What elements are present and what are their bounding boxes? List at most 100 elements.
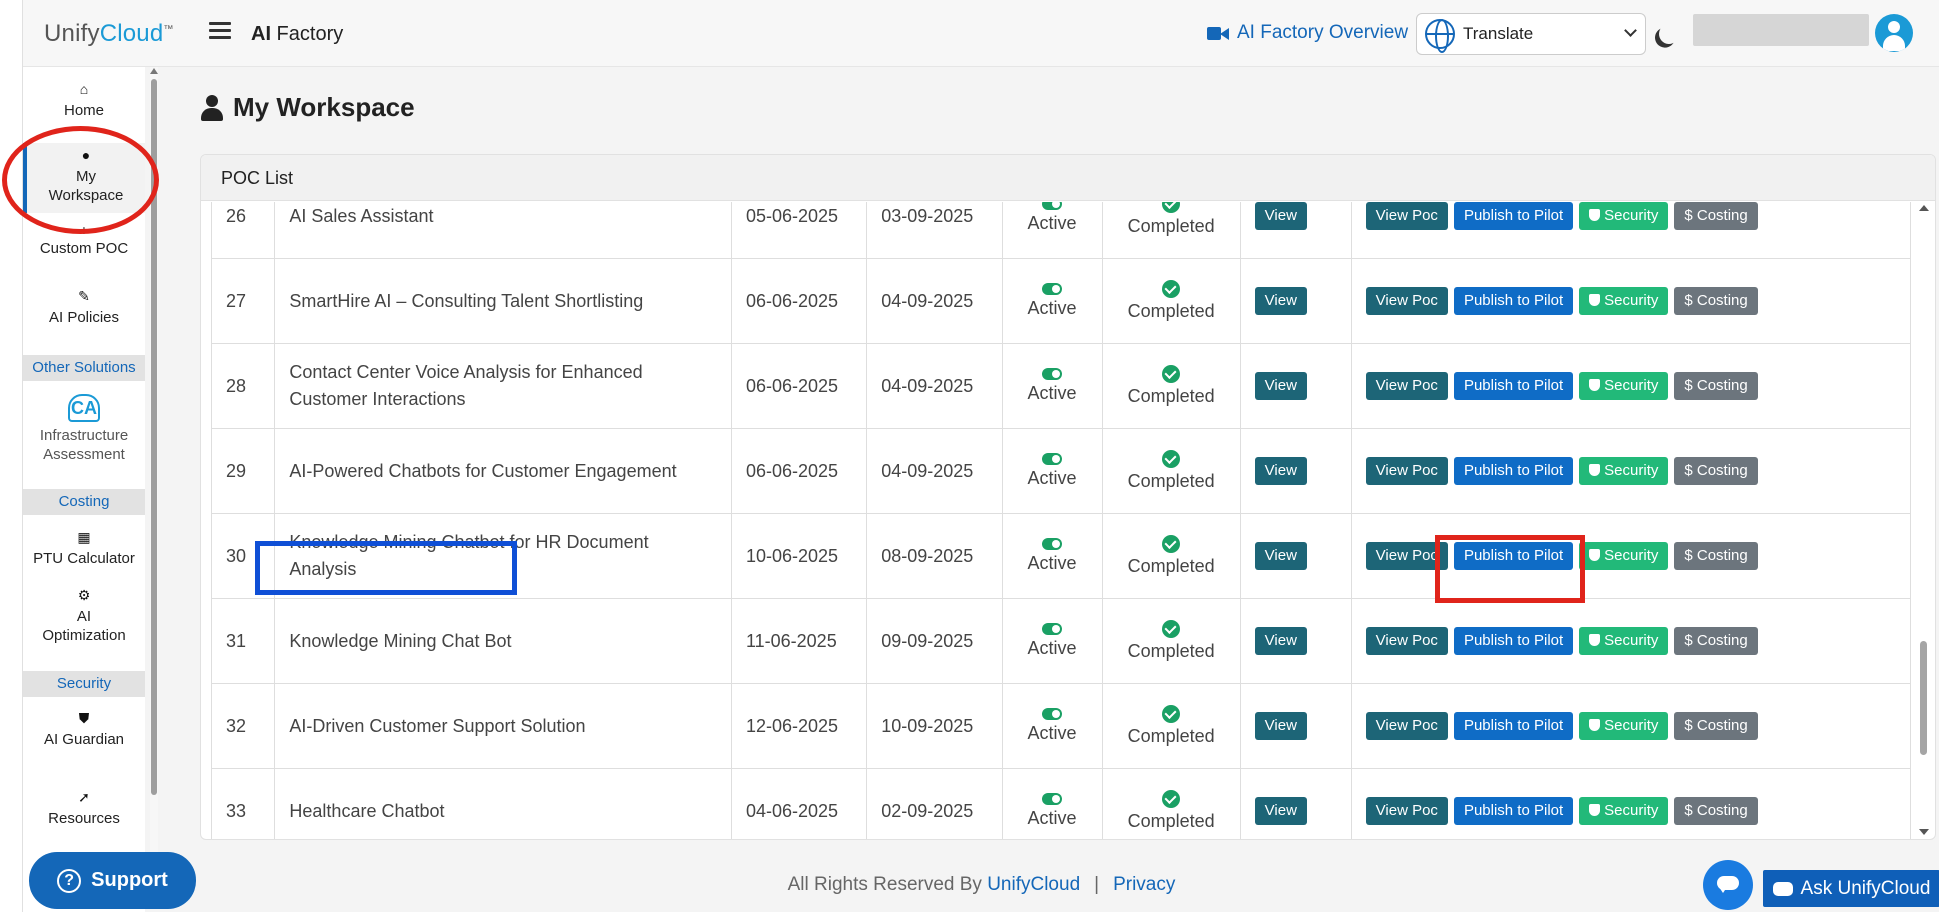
publish-to-pilot-button[interactable]: Publish to Pilot [1453, 372, 1574, 400]
costing-button[interactable]: $ Costing [1674, 372, 1758, 400]
sidebar-item-home[interactable]: ⌂ Home [23, 81, 145, 120]
scroll-down-icon[interactable] [1919, 829, 1929, 835]
sidebar-item-ptu-calculator[interactable]: ▦ PTU Calculator [23, 529, 145, 568]
poc-name: Knowledge Mining Chat Bot [274, 598, 732, 684]
publish-to-pilot-button[interactable]: Publish to Pilot [1453, 457, 1574, 485]
menu-toggle-icon[interactable] [209, 22, 231, 42]
poc-name: AI-Driven Customer Support Solution [274, 683, 732, 769]
poc-list-card: POC List 26 AI Sales Assistant 05-06-2025 0… [200, 154, 1936, 840]
poc-table: 26 AI Sales Assistant 05-06-2025 03-09-2025… [211, 202, 1911, 839]
state-cell: Completed [1101, 513, 1241, 599]
annotation-box-row-31-publish [1435, 535, 1585, 603]
scroll-up-icon[interactable] [1919, 205, 1929, 211]
state-cell: Completed [1101, 343, 1241, 429]
table-row: 32 AI-Driven Customer Support Solution 12-… [211, 683, 1911, 769]
publish-to-pilot-button[interactable]: Publish to Pilot [1453, 287, 1574, 315]
costing-button[interactable]: $ Costing [1674, 712, 1758, 740]
end-date: 03-09-2025 [866, 202, 1003, 259]
sidebar-item-label: AI Guardian [43, 731, 125, 748]
costing-label: Costing [1696, 462, 1748, 479]
view-button[interactable]: View [1254, 627, 1307, 655]
security-button[interactable]: Security [1579, 627, 1669, 655]
table-scroll-thumb[interactable] [1920, 641, 1927, 755]
costing-button[interactable]: $ Costing [1674, 202, 1758, 230]
publish-to-pilot-button[interactable]: Publish to Pilot [1453, 712, 1574, 740]
view-poc-button[interactable]: View Poc [1365, 287, 1448, 315]
table-row: 29 AI-Powered Chatbots for Customer Engag… [211, 428, 1911, 514]
costing-button[interactable]: $ Costing [1674, 457, 1758, 485]
toggle-icon[interactable] [1042, 368, 1063, 380]
costing-label: Costing [1696, 292, 1748, 309]
view-button[interactable]: View [1254, 287, 1307, 315]
view-button[interactable]: View [1254, 457, 1307, 485]
view-poc-button[interactable]: View Poc [1365, 797, 1448, 825]
scroll-up-icon[interactable] [150, 68, 158, 74]
view-button[interactable]: View [1254, 202, 1307, 230]
toggle-icon[interactable] [1042, 202, 1063, 210]
security-button[interactable]: Security [1579, 457, 1669, 485]
state-cell: Completed [1101, 768, 1241, 839]
support-button[interactable]: ? Support [29, 852, 196, 909]
publish-to-pilot-button[interactable]: Publish to Pilot [1453, 627, 1574, 655]
security-button[interactable]: Security [1579, 542, 1669, 570]
security-button[interactable]: Security [1579, 712, 1669, 740]
shield-icon [1589, 294, 1601, 306]
security-button[interactable]: Security [1579, 287, 1669, 315]
toggle-icon[interactable] [1042, 538, 1063, 550]
toggle-icon[interactable] [1042, 623, 1063, 635]
view-button[interactable]: View [1254, 542, 1307, 570]
avatar-icon[interactable] [1875, 14, 1913, 52]
view-cell: View [1239, 428, 1352, 514]
status-cell: Active [1001, 202, 1103, 259]
toggle-icon[interactable] [1042, 793, 1063, 805]
costing-button[interactable]: $ Costing [1674, 287, 1758, 315]
security-button[interactable]: Security [1579, 797, 1669, 825]
sidebar-item-ai-optimization[interactable]: ⚙ AI Optimization [23, 587, 145, 645]
view-poc-button[interactable]: View Poc [1365, 372, 1448, 400]
toggle-icon[interactable] [1042, 453, 1063, 465]
start-date: 06-06-2025 [730, 343, 868, 429]
state-text: Completed [1127, 556, 1215, 576]
table-scrollbar[interactable] [1916, 201, 1930, 841]
costing-button[interactable]: $ Costing [1674, 542, 1758, 570]
costing-button[interactable]: $ Costing [1674, 797, 1758, 825]
sidebar-item-resources[interactable]: ➚ Resources [23, 789, 145, 828]
view-button[interactable]: View [1254, 797, 1307, 825]
view-button[interactable]: View [1254, 372, 1307, 400]
view-poc-button[interactable]: View Poc [1365, 627, 1448, 655]
security-label: Security [1604, 717, 1659, 734]
sidebar-item-infrastructure-assessment[interactable]: CA Infrastructure Assessment [23, 394, 145, 464]
state-text: Completed [1127, 301, 1215, 321]
actions-cell: View Poc Publish to Pilot Security $ Costin… [1350, 598, 1911, 684]
costing-button[interactable]: $ Costing [1674, 627, 1758, 655]
poc-name: SmartHire AI – Consulting Talent Shortli… [274, 258, 732, 344]
security-button[interactable]: Security [1579, 372, 1669, 400]
publish-to-pilot-button[interactable]: Publish to Pilot [1453, 202, 1574, 230]
moon-icon[interactable] [1656, 21, 1682, 47]
costing-label: Costing [1696, 207, 1748, 224]
table-row: 27 SmartHire AI – Consulting Talent Short… [211, 258, 1911, 344]
brand-logo[interactable]: UnifyCloud™ [44, 20, 174, 48]
sidebar-item-ai-guardian[interactable]: ⛊ AI Guardian [23, 710, 145, 749]
status-cell: Active [1001, 768, 1103, 839]
chat-icon[interactable] [1703, 860, 1753, 910]
publish-to-pilot-button[interactable]: Publish to Pilot [1453, 797, 1574, 825]
security-button[interactable]: Security [1579, 202, 1669, 230]
ask-unifycloud-button[interactable]: Ask UnifyCloud [1763, 870, 1939, 907]
footer-brand-link[interactable]: UnifyCloud [987, 874, 1080, 895]
cogs-icon: ⚙ [77, 587, 91, 603]
costing-label: Costing [1696, 547, 1748, 564]
footer-privacy-link[interactable]: Privacy [1113, 874, 1175, 895]
ai-factory-overview-link[interactable]: AI Factory Overview [1207, 22, 1408, 44]
view-poc-button[interactable]: View Poc [1365, 712, 1448, 740]
view-poc-button[interactable]: View Poc [1365, 457, 1448, 485]
translate-select[interactable]: Translate [1416, 13, 1646, 55]
view-button[interactable]: View [1254, 712, 1307, 740]
toggle-icon[interactable] [1042, 708, 1063, 720]
start-date: 06-06-2025 [730, 428, 868, 514]
toggle-icon[interactable] [1042, 283, 1063, 295]
view-poc-button[interactable]: View Poc [1365, 202, 1448, 230]
annotation-box-row-31-name [255, 541, 517, 595]
sidebar-item-ai-policies[interactable]: ✎ AI Policies [23, 288, 145, 327]
globe-icon [1425, 19, 1455, 53]
